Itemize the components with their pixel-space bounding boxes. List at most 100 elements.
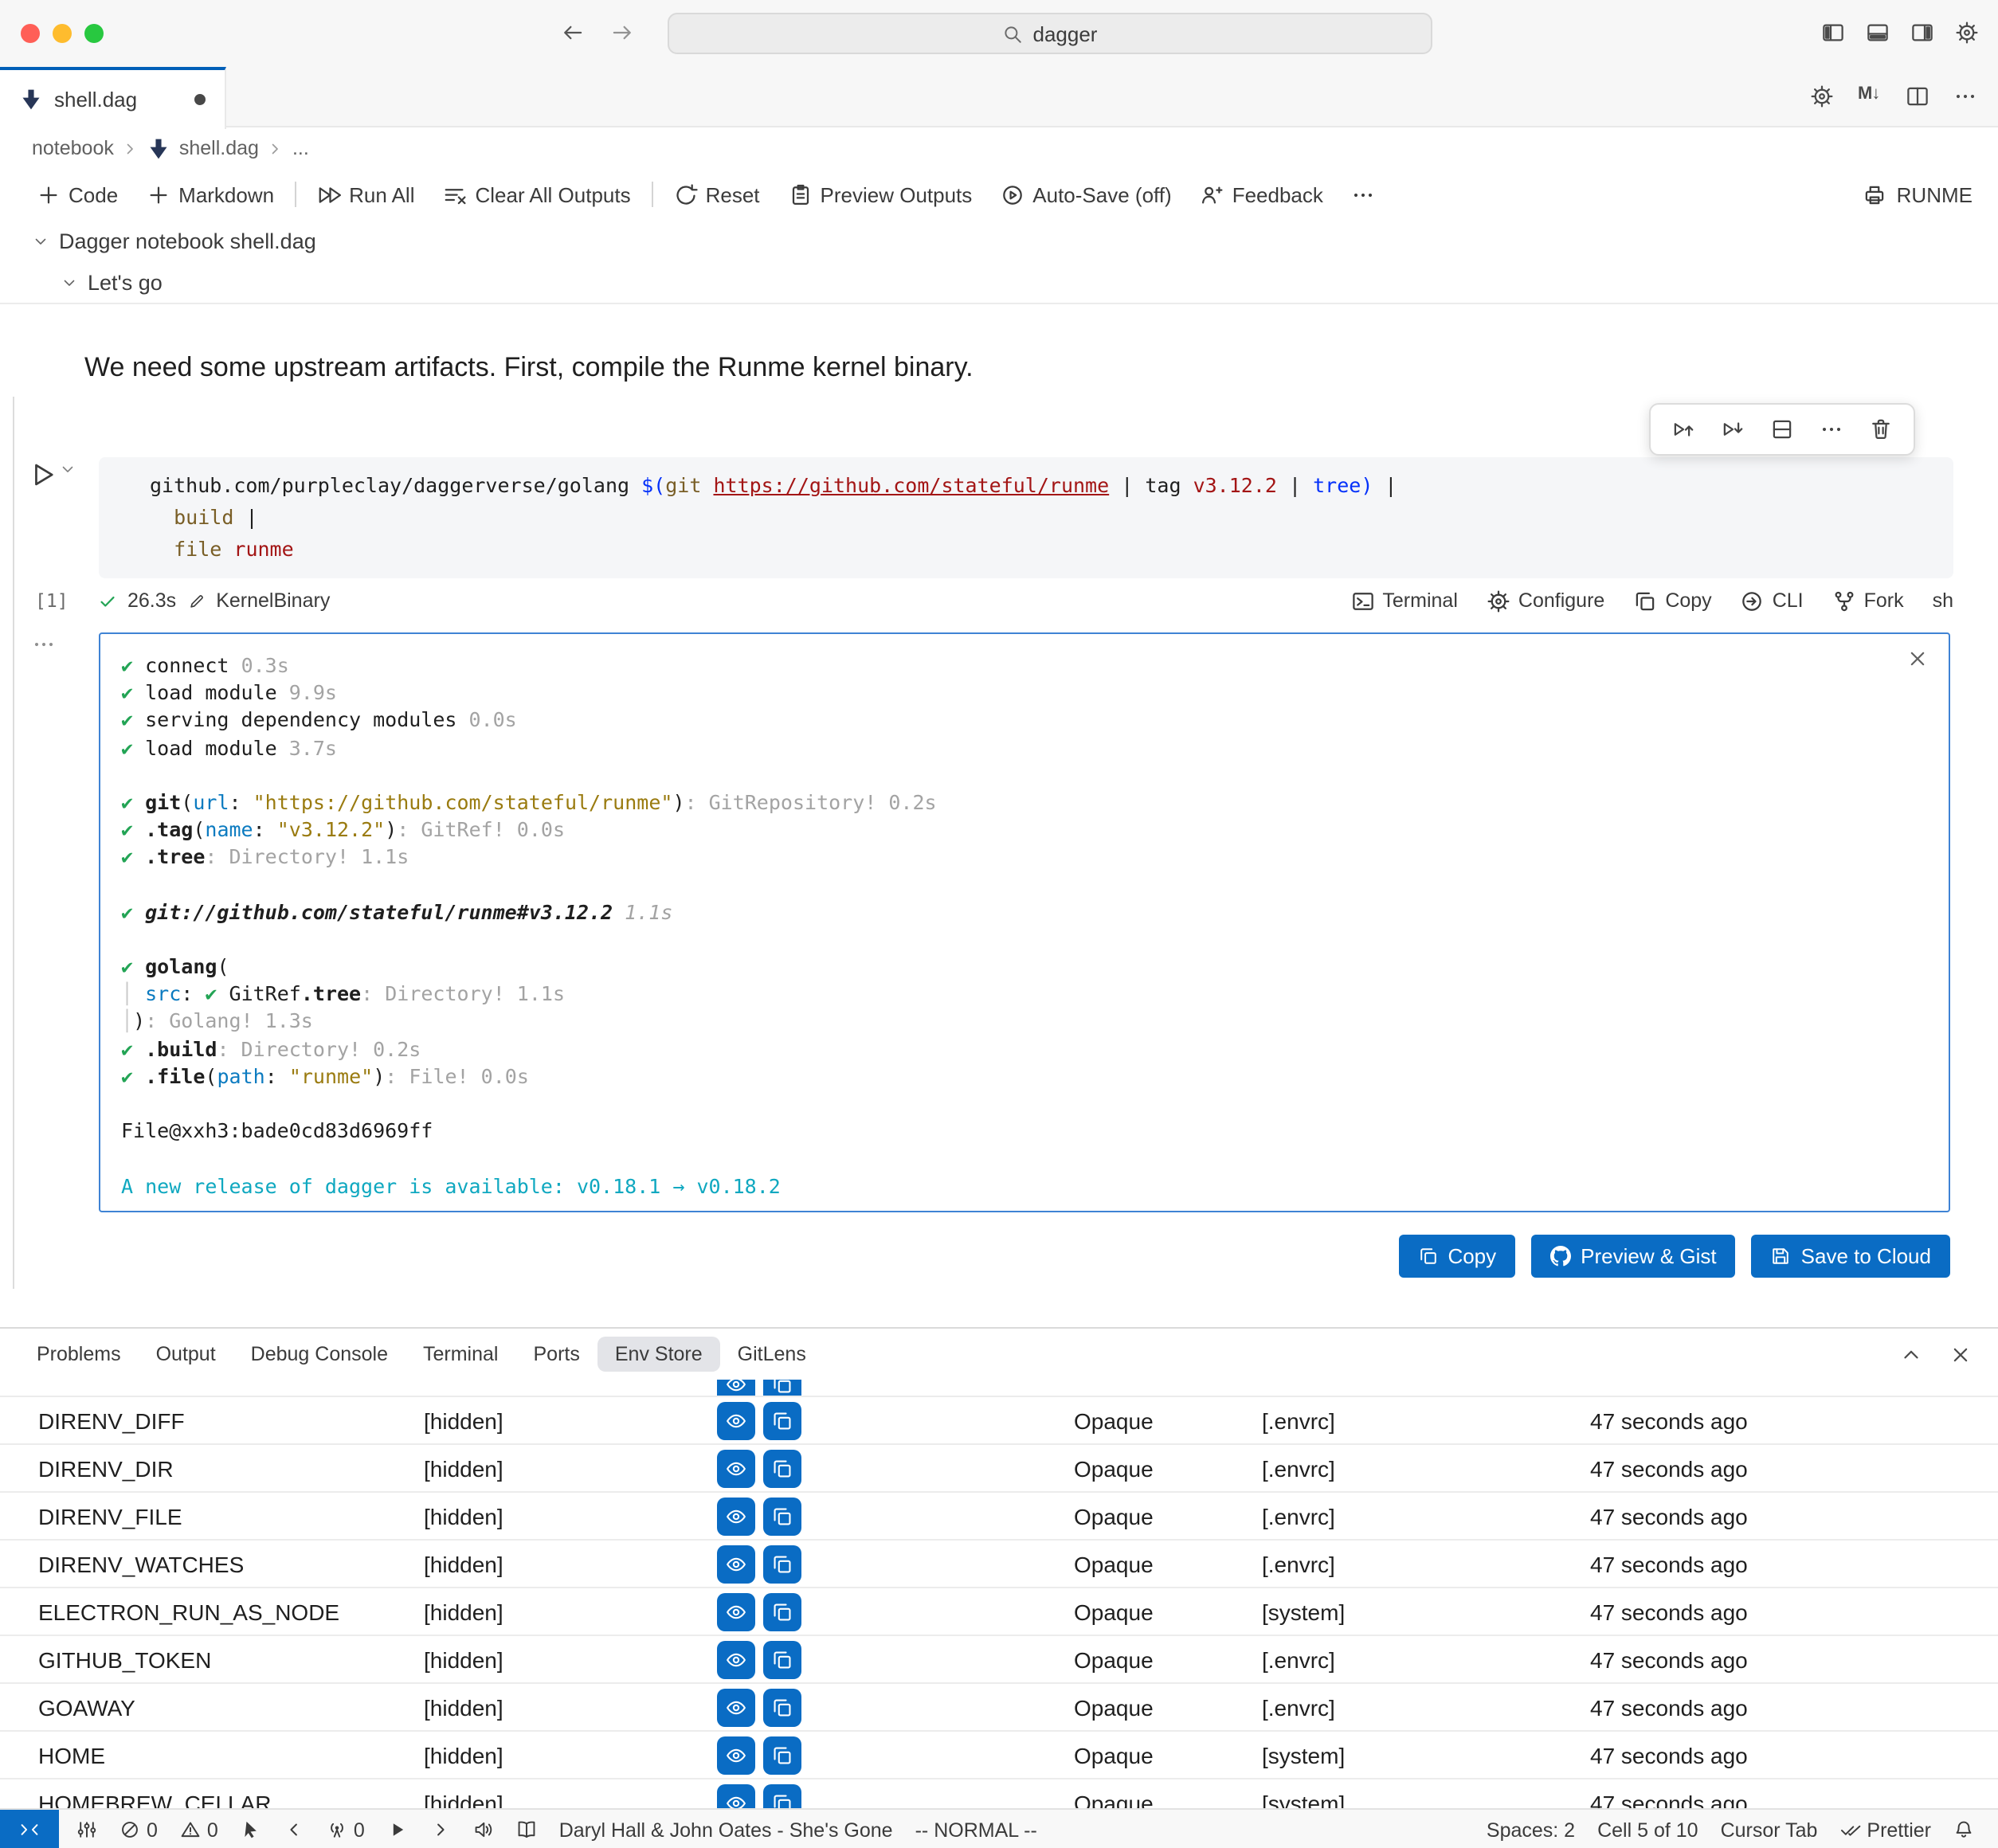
env-reveal-button[interactable] [717,1545,755,1583]
cell-action-terminal-button[interactable]: Terminal [1350,589,1458,613]
settings-gear-button[interactable] [1955,21,1979,45]
modified-indicator[interactable] [194,94,206,105]
copy-button[interactable]: Copy [1398,1235,1515,1278]
panel-tab-terminal[interactable]: Terminal [405,1337,516,1372]
env-reveal-button[interactable] [717,1449,755,1487]
panel-tab-debug-console[interactable]: Debug Console [233,1337,405,1372]
outline-section[interactable]: Dagger notebook shell.dag [0,220,1998,261]
env-copy-button[interactable] [763,1592,801,1631]
status-0[interactable]: 0 [108,1810,169,1848]
layout-sidebar-left-button[interactable] [1821,21,1845,45]
toolbar-preview-outputs-button[interactable]: Preview Outputs [774,182,987,206]
toolbar-code-button[interactable]: Code [22,182,132,206]
tab-shell-dag[interactable]: shell.dag [0,67,226,129]
env-copy-button[interactable] [763,1380,801,1397]
status-0[interactable]: 0 [169,1810,229,1848]
status-0[interactable]: 0 [315,1810,376,1848]
panel-tab-env-store[interactable]: Env Store [597,1337,720,1372]
panel-tab-ports[interactable]: Ports [516,1337,597,1372]
env-reveal-button[interactable] [717,1783,755,1808]
more-button[interactable] [1820,417,1843,441]
run-cell-button[interactable] [29,460,57,489]
toolbar-markdown-button[interactable]: Markdown [132,182,288,206]
cell-output[interactable]: ✔ connect 0.3s✔ load module 9.9s✔ servin… [99,632,1950,1212]
remote-indicator[interactable] [0,1810,59,1848]
env-copy-button[interactable] [763,1401,801,1439]
cell-action-fork-button[interactable]: Fork [1832,589,1904,613]
status-cursor-arrow[interactable] [229,1810,272,1848]
env-reveal-button[interactable] [717,1380,755,1397]
edit-name-icon[interactable] [187,592,205,609]
status-chevron-right[interactable] [419,1810,462,1848]
status-daryl-hall-john-oates-she-s-[interactable]: Daryl Hall & John Oates - She's Gone [548,1810,904,1848]
layout-panel-button[interactable] [1866,21,1890,45]
status-spaces-2[interactable]: Spaces: 2 [1475,1819,1586,1841]
chevron-down-icon[interactable] [61,273,78,291]
code-editor[interactable]: github.com/purpleclay/daggerverse/golang… [99,457,1953,578]
split-editor-button[interactable] [1906,84,1929,108]
cell-action-sh-button[interactable]: sh [1933,589,1953,612]
cell-action-configure-button[interactable]: Configure [1487,589,1604,613]
status-tune[interactable] [65,1810,108,1848]
toolbar-auto-save-off-button[interactable]: Auto-Save (off) [986,182,1185,206]
zoom-window-button[interactable] [84,24,104,43]
command-center-search[interactable]: dagger [668,13,1432,54]
panel-tab-problems[interactable]: Problems [19,1337,139,1372]
run-above-button[interactable] [1671,417,1695,441]
env-copy-button[interactable] [763,1545,801,1583]
markdown-preview-button[interactable]: M↓ [1858,84,1882,108]
breadcrumb-item-notebook[interactable]: notebook [29,137,117,159]
settings-gear-button[interactable] [1810,84,1834,108]
env-reveal-button[interactable] [717,1688,755,1726]
env-reveal-button[interactable] [717,1592,755,1631]
save-to-cloud-button[interactable]: Save to Cloud [1752,1235,1950,1278]
cell-name[interactable]: KernelBinary [216,589,330,612]
split-cell-button[interactable] [1770,417,1794,441]
status-prettier[interactable]: Prettier [1828,1819,1942,1841]
env-copy-button[interactable] [763,1688,801,1726]
layout-sidebar-right-button[interactable] [1910,21,1934,45]
close-window-button[interactable] [21,24,40,43]
outline-heading[interactable]: Let's go [0,261,1998,303]
breadcrumb-item-[interactable]: ... [289,137,312,159]
status-bell[interactable] [1942,1819,1985,1840]
maximize-panel-icon[interactable] [1899,1342,1923,1366]
run-below-button[interactable] [1721,417,1745,441]
env-copy-button[interactable] [763,1783,801,1808]
breadcrumb-item-shell-dag[interactable]: shell.dag [144,136,262,160]
env-reveal-button[interactable] [717,1497,755,1535]
env-reveal-button[interactable] [717,1401,755,1439]
preview-gist-button[interactable]: Preview & Gist [1531,1235,1736,1278]
status-speaker[interactable] [462,1810,505,1848]
cell-action-copy-button[interactable]: Copy [1633,589,1711,613]
toolbar-more-button[interactable] [1338,182,1390,206]
status-cell-5-of-10[interactable]: Cell 5 of 10 [1586,1819,1709,1841]
trash-button[interactable] [1869,417,1893,441]
panel-tab-output[interactable]: Output [139,1337,233,1372]
back-icon[interactable] [561,21,585,45]
status-chevron-left[interactable] [272,1810,315,1848]
minimize-window-button[interactable] [53,24,72,43]
panel-tab-gitlens[interactable]: GitLens [720,1337,824,1372]
env-reveal-button[interactable] [717,1736,755,1774]
cell-action-cli-button[interactable]: CLI [1741,589,1804,613]
toolbar-reset-button[interactable]: Reset [660,182,774,206]
status-cursor-tab[interactable]: Cursor Tab [1710,1819,1829,1841]
status-play[interactable] [376,1810,419,1848]
toolbar-run-all-button[interactable]: Run All [303,182,429,206]
toolbar-feedback-button[interactable]: Feedback [1186,182,1338,206]
env-copy-button[interactable] [763,1736,801,1774]
env-copy-button[interactable] [763,1449,801,1487]
env-copy-button[interactable] [763,1497,801,1535]
close-output-button[interactable] [1906,647,1929,671]
forward-icon[interactable] [610,21,634,45]
env-copy-button[interactable] [763,1640,801,1678]
more-button[interactable] [1953,84,1977,108]
env-reveal-button[interactable] [717,1640,755,1678]
status-book[interactable] [505,1810,548,1848]
close-panel-icon[interactable] [1949,1342,1973,1366]
run-options-icon[interactable] [59,460,76,478]
chevron-down-icon[interactable] [32,232,49,249]
runme-button[interactable]: RUNME [1863,182,1982,206]
output-options-icon[interactable] [32,632,56,656]
